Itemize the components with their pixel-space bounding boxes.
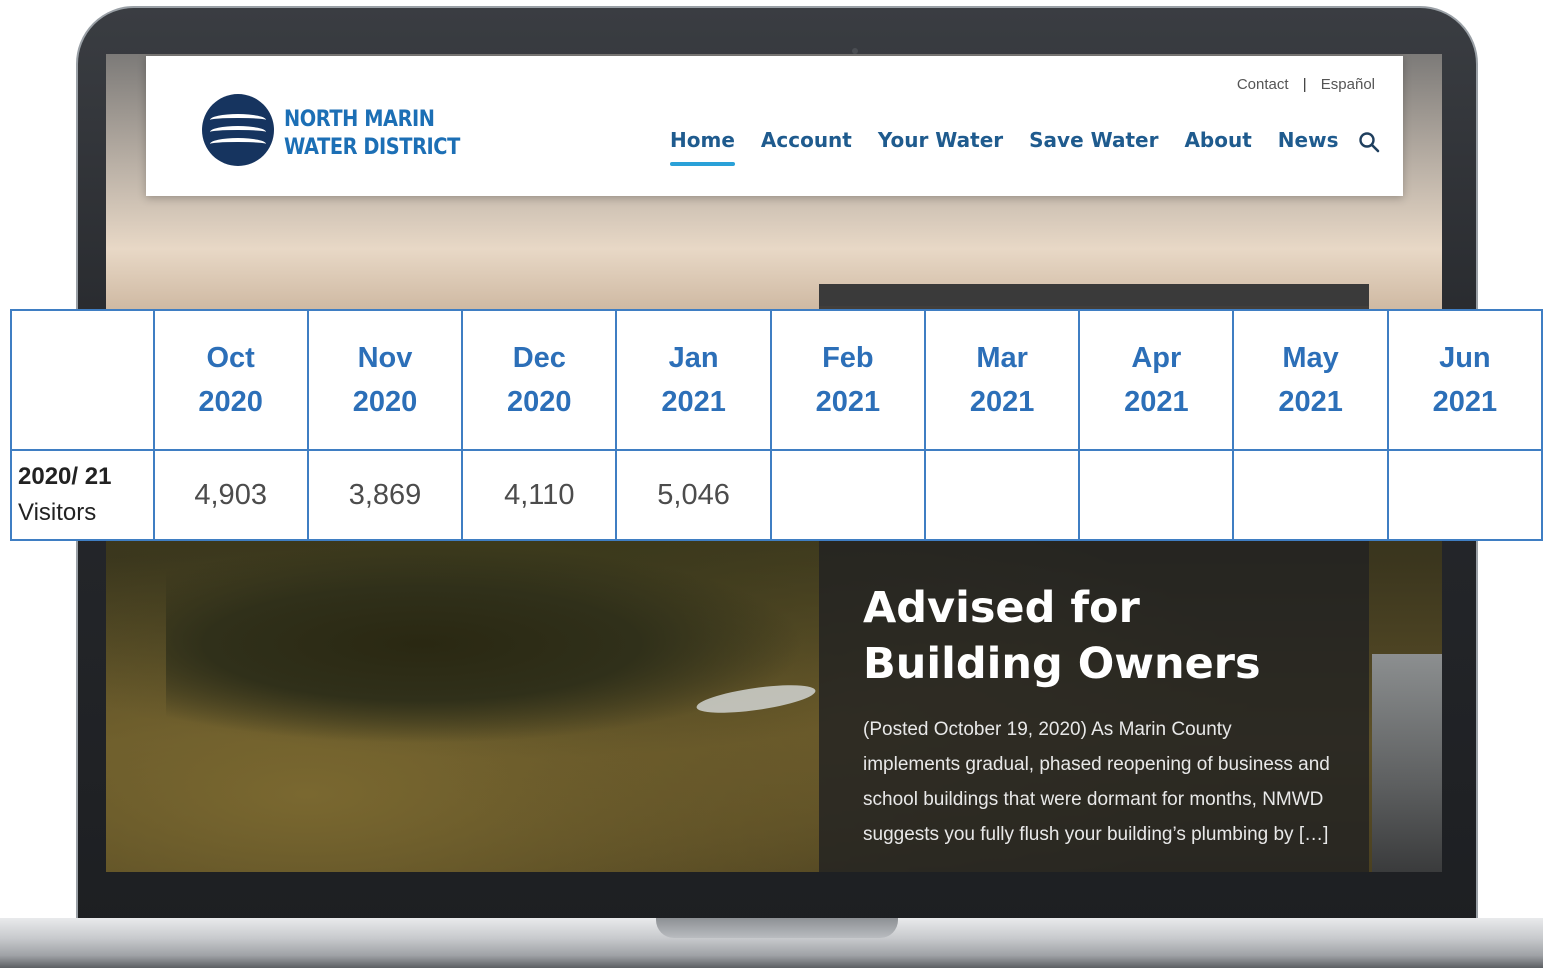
logo-text[interactable]: NORTH MARIN WATER DISTRICT bbox=[284, 106, 460, 162]
table-cell: 4,903 bbox=[152, 449, 309, 541]
hero-trees bbox=[166, 544, 806, 744]
nav-account[interactable]: Account bbox=[761, 128, 852, 166]
table-row: 2020/ 21 Visitors 4,903 3,869 4,110 5,04… bbox=[10, 449, 1543, 541]
row-label-visitors: Visitors bbox=[18, 499, 97, 526]
table-corner-cell bbox=[10, 309, 155, 451]
logo-line-1: NORTH MARIN bbox=[284, 107, 435, 132]
table-cell bbox=[1386, 449, 1543, 541]
nav-your-water[interactable]: Your Water bbox=[878, 128, 1003, 166]
logo-icon[interactable] bbox=[202, 94, 274, 166]
utility-nav: Contact | Español bbox=[1237, 76, 1375, 93]
column-header: Mar 2021 bbox=[923, 309, 1081, 451]
nav-about[interactable]: About bbox=[1184, 128, 1251, 166]
contact-link[interactable]: Contact bbox=[1237, 76, 1289, 93]
table-cell bbox=[1232, 449, 1389, 541]
table-cell bbox=[1078, 449, 1235, 541]
table-cell: 5,046 bbox=[615, 449, 772, 541]
table-cell: 3,869 bbox=[306, 449, 464, 541]
column-header: Nov 2020 bbox=[306, 309, 464, 451]
hero-water bbox=[1372, 654, 1442, 872]
visitors-table: Oct 2020 Nov 2020 Dec 2020 Jan 2021 Feb 2021 … bbox=[10, 309, 1543, 541]
table-cell bbox=[923, 449, 1081, 541]
espanol-link[interactable]: Español bbox=[1321, 76, 1375, 93]
nav-news[interactable]: News bbox=[1278, 128, 1339, 166]
nav-save-water[interactable]: Save Water bbox=[1029, 128, 1158, 166]
column-header: Dec 2020 bbox=[461, 309, 618, 451]
site-header: NORTH MARIN WATER DISTRICT Contact | Esp… bbox=[146, 56, 1403, 196]
news-title-line-1: Advised for bbox=[863, 583, 1140, 633]
main-nav: Home Account Your Water Save Water About… bbox=[670, 128, 1364, 166]
column-header: Oct 2020 bbox=[152, 309, 309, 451]
table-cell bbox=[769, 449, 926, 541]
column-header: Jun 2021 bbox=[1386, 309, 1543, 451]
news-card-top-bar bbox=[819, 284, 1369, 306]
news-title-line-2: Building Owners bbox=[863, 639, 1261, 689]
table-header-row: Oct 2020 Nov 2020 Dec 2020 Jan 2021 Feb 2021 … bbox=[10, 309, 1543, 451]
logo-line-2: WATER DISTRICT bbox=[284, 135, 460, 160]
news-excerpt: (Posted October 19, 2020) As Marin Count… bbox=[863, 719, 1330, 845]
utility-separator: | bbox=[1302, 76, 1307, 93]
search-icon[interactable] bbox=[1358, 131, 1380, 153]
column-header: May 2021 bbox=[1232, 309, 1389, 451]
row-label-year: 2020/ 21 bbox=[18, 463, 112, 490]
table-cell: 4,110 bbox=[461, 449, 618, 541]
column-header: Feb 2021 bbox=[769, 309, 926, 451]
nav-home[interactable]: Home bbox=[670, 128, 735, 166]
column-header: Jan 2021 bbox=[615, 309, 772, 451]
laptop-notch bbox=[656, 918, 898, 938]
column-header: Apr 2021 bbox=[1078, 309, 1235, 451]
row-label: 2020/ 21 Visitors bbox=[10, 449, 155, 541]
news-title[interactable]: Advised for Building Owners bbox=[863, 580, 1343, 692]
